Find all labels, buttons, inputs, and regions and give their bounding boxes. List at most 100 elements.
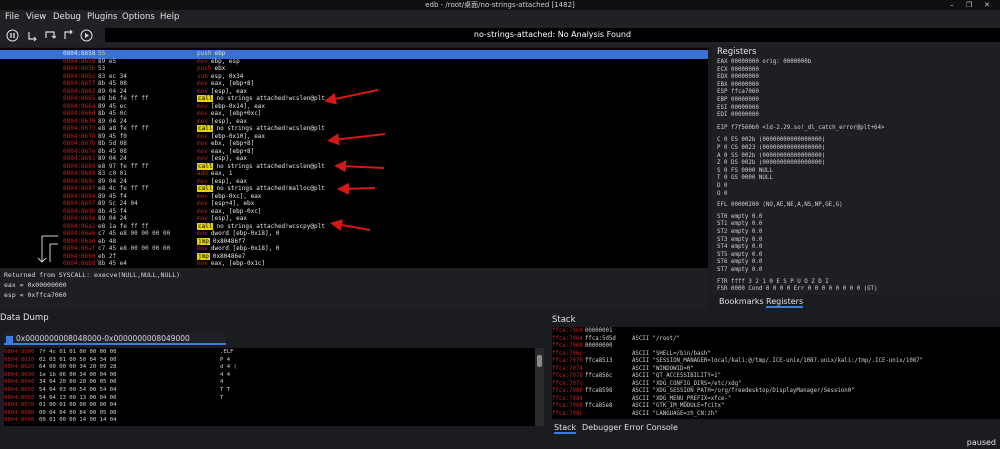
dump-hex-bytes: 02 03 01 00 50 04 34 00 (39, 356, 117, 363)
arrow-1 (324, 89, 379, 105)
stack-value: ffca:5d5d (585, 335, 616, 342)
tab-debugger-error-console[interactable]: Debugger Error Console (582, 423, 678, 432)
restore-button[interactable]: ❐ (966, 0, 972, 10)
arrow-2 (327, 133, 386, 146)
pause-icon[interactable] (6, 29, 19, 42)
flag-segment-row[interactable]: T 0 GS 0000 NULL (717, 175, 773, 182)
dump-ascii: P 4 (220, 356, 231, 363)
dump-hex-bytes: 00 01 00 00 14 00 14 04 (39, 417, 117, 424)
gp-register-row[interactable]: EBX 00000000 (717, 82, 759, 89)
dump-region-tab[interactable]: 0x0000000008048000-0x0000000008049000 (4, 333, 226, 345)
dump-hex-bytes: 34 04 20 00 20 00 05 00 (39, 379, 117, 386)
gp-register-row[interactable]: EDI 00000000 (717, 112, 759, 119)
flag-segment-row[interactable]: S 0 FS 0000 NULL (717, 168, 773, 175)
gp-register-row[interactable]: ECX 00000000 (717, 67, 759, 74)
dump-address: 0804:8070 (4, 402, 35, 409)
dump-hex-bytes: 54 04 13 00 13 00 04 00 (39, 394, 117, 401)
status-bar: paused (0, 437, 1000, 449)
minimize-button[interactable]: – (950, 0, 954, 10)
dump-ascii: 4 4 (220, 371, 231, 378)
dump-address: 0804:8060 (4, 394, 35, 401)
window-title: edb - /root/桌面/no-strings-attached [1482… (425, 1, 575, 9)
menu-file[interactable]: File (5, 12, 19, 22)
gp-register-row[interactable]: EBP 00000000 (717, 97, 759, 104)
eip-register-row[interactable]: EIP f7f560b0 <ld-2.29.so!_dl_catch_error… (717, 125, 885, 132)
stack-comment: ASCII "XDG_SESSION_PATH=/org/freedesktop… (632, 388, 855, 394)
dump-ascii: d 4 ( (220, 364, 237, 371)
fpu-stack-row[interactable]: ST1 empty 0.0 (717, 221, 762, 228)
fpu-stack-row[interactable]: ST7 empty 0.0 (717, 267, 762, 274)
stack-address: ffca:7084 (552, 395, 583, 402)
syscall-return-line: Returned from SYSCALL: execve(NULL,NULL,… (4, 271, 181, 279)
gp-register-row[interactable]: ESP ffca7060 (717, 89, 759, 96)
gp-register-row[interactable]: EAX 00000000 orig: 0000000b (717, 59, 811, 66)
stack-comment: ASCII "QT_ACCESSIBILITY=1" (632, 373, 722, 379)
data-dump-view[interactable]: 0804:8000 7f 4c 01 01 00 00 00 00 .ELF 0804… (4, 348, 544, 426)
stack-value: ffca8598 (585, 388, 613, 394)
run-icon[interactable] (80, 29, 93, 42)
gp-register-row[interactable]: EDX 00000000 (717, 74, 759, 81)
arrow-3 (334, 160, 385, 173)
menu-help[interactable]: Help (160, 12, 179, 22)
stack-comment: ASCII "SHELL=/bin/bash" (632, 350, 711, 357)
stack-comment: ASCII "XDG_MENU_PREFIX=xfce-" (632, 395, 732, 402)
dump-scroll-thumb[interactable] (537, 355, 542, 367)
stack-address: ffca:706c (552, 350, 583, 357)
step-out-icon[interactable] (62, 29, 75, 42)
gp-register-row[interactable]: ESI 00000000 (717, 105, 759, 112)
dump-ascii: T (220, 394, 224, 401)
menu-options[interactable]: Options (122, 12, 155, 22)
dump-address: 0804:8040 (4, 379, 35, 386)
flag-segment-row[interactable]: D 0 (717, 183, 727, 190)
dump-hex-bytes: 1e 1b 06 00 34 00 04 00 (39, 371, 117, 378)
annotation-arrows (324, 89, 386, 231)
flag-segment-row[interactable]: Z 0 DS 002b (00000000000000000) (717, 160, 825, 167)
stack-address: ffca:707c (552, 380, 583, 387)
stack-comment: ASCII "LANGUAGE=zh_CN:zh" (632, 410, 718, 417)
fpu-stack-row[interactable]: ST4 empty 0.0 (717, 244, 762, 251)
dump-hex-bytes: 00 04 04 00 84 00 05 00 (39, 409, 117, 416)
dump-address: 0804:8090 (4, 417, 35, 424)
stack-comment: ASCII "GTK_IM_MODULE=fcitx" (632, 403, 725, 409)
dump-address: 0804:8000 (4, 349, 35, 355)
stack-comment: ASCII "SESSION_MANAGER=local/kali:@/tmp/… (632, 358, 924, 364)
fpu-tag-row[interactable]: FTR ffff 3 2 1 0 E S P U O Z D I (717, 279, 829, 286)
tab-stack[interactable]: Stack (554, 423, 577, 434)
stack-view[interactable]: ffca:7060 00000001 ffca:7064 ffca:5d5d ASCII… (552, 327, 1000, 419)
stack-value: 00000000 (585, 343, 613, 349)
tab-bookmarks[interactable]: Bookmarks (719, 297, 764, 306)
run-state-label: paused (966, 438, 996, 447)
close-button[interactable]: ✕ (984, 0, 990, 10)
flag-segment-row[interactable]: O 0 (717, 191, 727, 198)
dump-ascii: .ELF (220, 349, 234, 355)
flag-segment-row[interactable]: P 0 CS 0023 (00000000000000000) (717, 145, 825, 152)
stack-value: ffca85e8 (585, 403, 613, 409)
eax-value-line: eax = 0x00000000 (4, 281, 67, 289)
menu-plugins[interactable]: Plugins (87, 12, 117, 22)
menu-view[interactable]: View (26, 12, 46, 22)
menu-debug[interactable]: Debug (53, 12, 81, 22)
data-dump-title: Data Dump (0, 313, 49, 323)
eflags-row[interactable]: EFL 00000200 (NO,AE,NE,A,NS,NP,GE,G) (717, 202, 843, 209)
dump-ascii: T T (220, 387, 231, 393)
stack-address: ffca:7088 (552, 403, 583, 409)
step-over-icon[interactable] (44, 29, 57, 42)
fpu-status-row[interactable]: FSR 0000 Cond 0 0 0 0 Err 0 0 0 0 0 0 0 … (717, 286, 878, 293)
stack-comment: ASCII "WINDOWID=0" (632, 365, 694, 372)
fpu-stack-row[interactable]: ST6 empty 0.0 (717, 259, 762, 266)
stack-comment: ASCII "/root/" (632, 335, 680, 342)
fpu-stack-row[interactable]: ST5 empty 0.0 (717, 252, 762, 259)
stack-title: Stack (552, 315, 576, 325)
fpu-stack-row[interactable]: ST3 empty 0.0 (717, 237, 762, 244)
stack-address: ffca:7060 (552, 328, 583, 334)
step-into-icon[interactable] (26, 29, 39, 42)
fpu-stack-row[interactable]: ST2 empty 0.0 (717, 229, 762, 236)
flag-segment-row[interactable]: A 0 SS 002b (00000000000000000) (717, 153, 825, 160)
tab-registers[interactable]: Registers (766, 297, 804, 308)
disassembly-view[interactable]: 0804:8658 55 push ebp 0804:8659 89 e5 mov ebp, … (0, 48, 708, 268)
flag-segment-row[interactable]: C 0 ES 002b (00000000000000000) (717, 137, 825, 144)
stack-tabbar: Stack Debugger Error Console (552, 421, 1000, 434)
fpu-stack-row[interactable]: ST0 empty 0.0 (717, 214, 762, 221)
menu-bar: File View Debug Plugins Options Help (0, 10, 1000, 25)
title-bar: edb - /root/桌面/no-strings-attached [1482… (0, 0, 1000, 10)
